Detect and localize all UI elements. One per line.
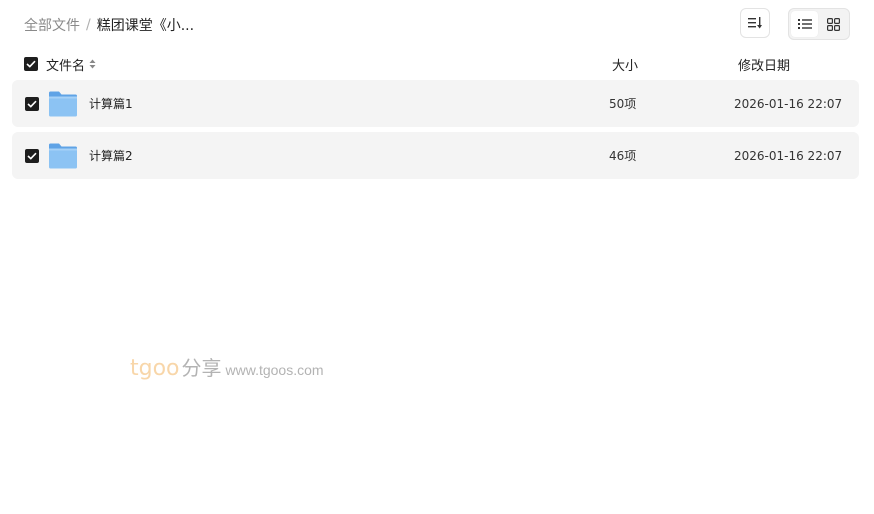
sort-caret-icon [89, 59, 96, 69]
file-size: 46项 [609, 149, 637, 163]
breadcrumb-current: 糕团课堂《小... [96, 18, 195, 34]
breadcrumb: 全部文件 / 糕团课堂《小... [24, 15, 194, 35]
table-header: 文件名 大小 修改日期 [12, 48, 859, 80]
row-checkbox[interactable] [25, 148, 39, 163]
table-row[interactable]: 计算篇1 50项 2026-01-16 22:07 [12, 80, 859, 127]
file-name[interactable]: 计算篇2 [89, 147, 133, 164]
folder-icon [49, 143, 77, 168]
file-name[interactable]: 计算篇1 [89, 95, 133, 112]
grid-view-icon [827, 17, 840, 31]
checkmark-icon [27, 100, 37, 108]
breadcrumb-root-link[interactable]: 全部文件 [24, 15, 80, 35]
column-header-date: 修改日期 [738, 58, 791, 74]
view-toggle [788, 8, 850, 40]
checkmark-icon [27, 152, 37, 160]
list-view-button[interactable] [791, 11, 818, 37]
watermark-brand: tgoo [130, 356, 180, 381]
column-header-size: 大小 [612, 58, 639, 74]
breadcrumb-separator: / [86, 17, 91, 33]
file-date: 2026-01-16 22:07 [734, 148, 843, 163]
table-row[interactable]: 计算篇2 46项 2026-01-16 22:07 [12, 132, 859, 179]
column-header-name[interactable]: 文件名 [46, 55, 96, 74]
checkmark-icon [26, 60, 36, 68]
list-view-icon [797, 19, 812, 29]
select-all-checkbox[interactable] [24, 57, 38, 71]
watermark: tgoo 分享 www.tgoos.com [130, 352, 324, 381]
column-header-name-label: 文件名 [46, 58, 86, 74]
sort-button[interactable] [740, 8, 770, 38]
row-checkbox[interactable] [25, 96, 39, 111]
folder-icon [49, 91, 77, 116]
watermark-share: 分享 [181, 356, 222, 380]
sort-list-icon [748, 17, 762, 29]
file-size: 50项 [609, 97, 637, 111]
file-date: 2026-01-16 22:07 [734, 96, 843, 111]
watermark-url: www.tgoos.com [225, 362, 324, 378]
grid-view-button[interactable] [820, 11, 847, 37]
